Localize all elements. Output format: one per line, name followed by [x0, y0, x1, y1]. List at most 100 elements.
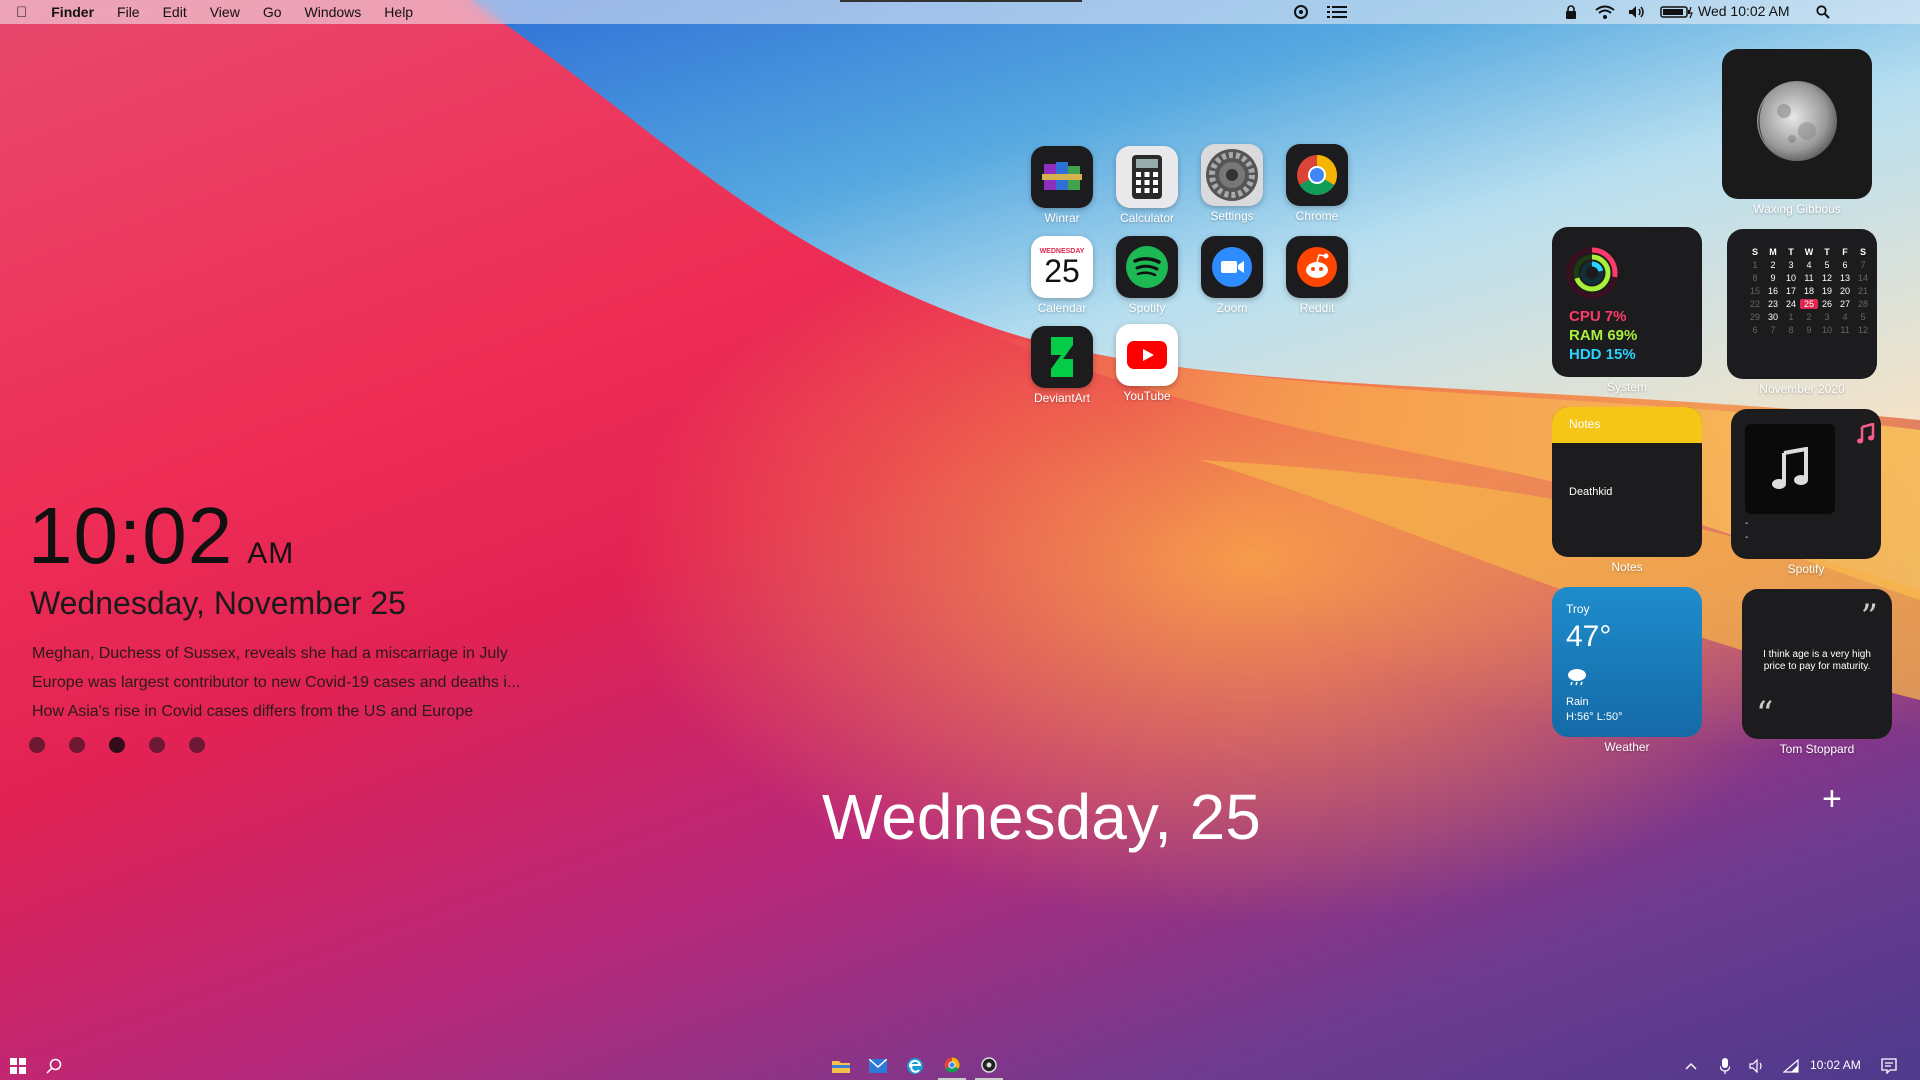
- taskbar-clock[interactable]: 10:02 AM: [1810, 1058, 1861, 1072]
- calendar-day[interactable]: 1: [1746, 260, 1764, 270]
- moon-widget[interactable]: [1722, 49, 1872, 199]
- menu-edit[interactable]: Edit: [163, 4, 187, 20]
- calendar-day[interactable]: 26: [1818, 299, 1836, 309]
- calendar-day[interactable]: 29: [1746, 312, 1764, 322]
- calendar-day[interactable]: 11: [1800, 273, 1818, 283]
- calendar-day[interactable]: 22: [1746, 299, 1764, 309]
- tray-volume-icon[interactable]: [1746, 1052, 1768, 1080]
- calendar-day[interactable]: 3: [1818, 312, 1836, 322]
- calendar-day[interactable]: 8: [1782, 325, 1800, 335]
- taskbar-search-icon[interactable]: [40, 1052, 68, 1080]
- quote-widget[interactable]: ” I think age is a very high price to pa…: [1742, 589, 1892, 739]
- calendar-day[interactable]: 10: [1782, 273, 1800, 283]
- music-note-icon: [1745, 424, 1835, 514]
- calendar-day[interactable]: 19: [1818, 286, 1836, 296]
- news-item[interactable]: Meghan, Duchess of Sussex, reveals she h…: [32, 639, 520, 668]
- weather-widget[interactable]: Troy 47° Rain H:56° L:50°: [1552, 587, 1702, 737]
- calendar-day[interactable]: 24: [1782, 299, 1800, 309]
- calendar-day[interactable]: 10: [1818, 325, 1836, 335]
- chrome-icon: [1286, 144, 1348, 206]
- lock-icon[interactable]: [1565, 0, 1577, 24]
- notes-widget[interactable]: Notes Deathkid: [1552, 407, 1702, 557]
- calendar-day[interactable]: 9: [1800, 325, 1818, 335]
- news-item[interactable]: How Asia's rise in Covid cases differs f…: [32, 697, 520, 726]
- app-settings[interactable]: Settings: [1201, 144, 1263, 223]
- settings-gear-icon: [1201, 144, 1263, 206]
- calendar-day[interactable]: 16: [1764, 286, 1782, 296]
- pager-dot[interactable]: [29, 737, 45, 753]
- calendar-day[interactable]: 15: [1746, 286, 1764, 296]
- calendar-day[interactable]: 6: [1746, 325, 1764, 335]
- menu-file[interactable]: File: [117, 4, 140, 20]
- file-explorer-icon[interactable]: [827, 1052, 855, 1080]
- calendar-day[interactable]: 5: [1854, 312, 1872, 322]
- calendar-day[interactable]: 5: [1818, 260, 1836, 270]
- menu-help[interactable]: Help: [384, 4, 413, 20]
- windows-start-icon[interactable]: [4, 1052, 32, 1080]
- calendar-day[interactable]: 23: [1764, 299, 1782, 309]
- app-zoom[interactable]: Zoom: [1201, 236, 1263, 315]
- calendar-day[interactable]: 7: [1764, 325, 1782, 335]
- calendar-day[interactable]: 17: [1782, 286, 1800, 296]
- menu-view[interactable]: View: [210, 4, 240, 20]
- volume-icon[interactable]: [1628, 0, 1646, 24]
- menu-windows[interactable]: Windows: [305, 4, 362, 20]
- calendar-widget[interactable]: S M T W T F S 1 2 3 4 5 6 7 8 9 10 11 12 13 14 15 16 17 18 19 20 21…: [1727, 229, 1877, 379]
- search-icon[interactable]: [1816, 0, 1830, 24]
- edge-icon[interactable]: [901, 1052, 929, 1080]
- app-youtube[interactable]: YouTube: [1116, 324, 1178, 403]
- calendar-day[interactable]: 9: [1764, 273, 1782, 283]
- calendar-day[interactable]: 2: [1764, 260, 1782, 270]
- notification-center-icon[interactable]: [1876, 1052, 1902, 1080]
- app-reddit[interactable]: Reddit: [1286, 236, 1348, 315]
- calendar-day[interactable]: 6: [1836, 260, 1854, 270]
- calendar-day[interactable]: 4: [1800, 260, 1818, 270]
- calendar-day[interactable]: 27: [1836, 299, 1854, 309]
- battery-icon[interactable]: [1660, 0, 1694, 24]
- microphone-icon[interactable]: [1714, 1052, 1736, 1080]
- calendar-day[interactable]: 12: [1854, 325, 1872, 335]
- app-calculator[interactable]: Calculator: [1116, 146, 1178, 225]
- calendar-day[interactable]: 1: [1782, 312, 1800, 322]
- app-winrar[interactable]: Winrar: [1031, 146, 1093, 225]
- app-deviantart[interactable]: DeviantArt: [1031, 326, 1093, 405]
- mail-icon[interactable]: [864, 1052, 892, 1080]
- calendar-day[interactable]: 14: [1854, 273, 1872, 283]
- apple-menu-icon[interactable]: : [16, 4, 27, 21]
- calendar-day[interactable]: 2: [1800, 312, 1818, 322]
- list-icon[interactable]: [1327, 0, 1347, 24]
- menubar-clock[interactable]: Wed 10:02 AM: [1698, 3, 1790, 19]
- calendar-day[interactable]: 4: [1836, 312, 1854, 322]
- pager-dot[interactable]: [189, 737, 205, 753]
- calendar-day[interactable]: 18: [1800, 286, 1818, 296]
- pager-dot[interactable]: [69, 737, 85, 753]
- calendar-day[interactable]: 7: [1854, 260, 1872, 270]
- tray-chevron-up-icon[interactable]: [1680, 1052, 1702, 1080]
- system-widget[interactable]: CPU 7% RAM 69% HDD 15%: [1552, 227, 1702, 377]
- app-chrome[interactable]: Chrome: [1286, 144, 1348, 223]
- settings-status-icon[interactable]: [1293, 0, 1309, 24]
- calendar-day[interactable]: 21: [1854, 286, 1872, 296]
- calendar-day[interactable]: 30: [1764, 312, 1782, 322]
- tray-wifi-icon[interactable]: [1780, 1052, 1802, 1080]
- calendar-day[interactable]: 20: [1836, 286, 1854, 296]
- calendar-day[interactable]: 3: [1782, 260, 1800, 270]
- calendar-day[interactable]: 25: [1800, 299, 1818, 309]
- calendar-day[interactable]: 12: [1818, 273, 1836, 283]
- system-app-icon[interactable]: [975, 1052, 1003, 1080]
- pager-dot[interactable]: [109, 737, 125, 753]
- app-spotify[interactable]: Spotify: [1116, 236, 1178, 315]
- spotify-widget[interactable]: - -: [1731, 409, 1881, 559]
- pager-dot[interactable]: [149, 737, 165, 753]
- calendar-day[interactable]: 8: [1746, 273, 1764, 283]
- wifi-icon[interactable]: [1595, 0, 1615, 24]
- calendar-day[interactable]: 11: [1836, 325, 1854, 335]
- chrome-taskbar-icon[interactable]: [938, 1052, 966, 1080]
- news-item[interactable]: Europe was largest contributor to new Co…: [32, 668, 520, 697]
- calendar-day[interactable]: 13: [1836, 273, 1854, 283]
- menu-app-name[interactable]: Finder: [51, 4, 94, 20]
- add-widget-icon[interactable]: +: [1822, 780, 1842, 819]
- calendar-day[interactable]: 28: [1854, 299, 1872, 309]
- app-calendar[interactable]: WEDNESDAY 25 Calendar: [1031, 236, 1093, 315]
- menu-go[interactable]: Go: [263, 4, 282, 20]
